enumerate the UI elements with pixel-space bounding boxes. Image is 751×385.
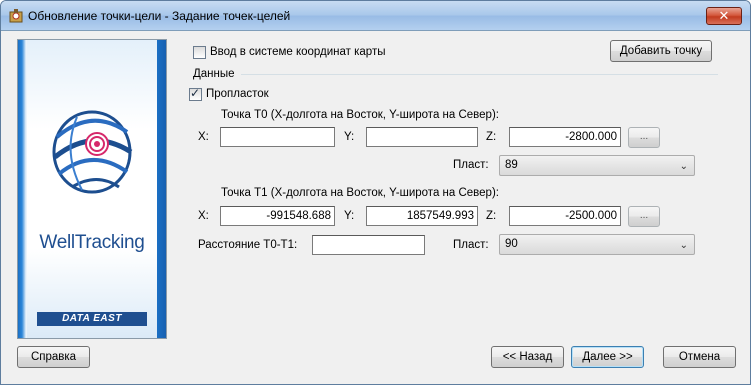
- t0-layer-label: Пласт:: [453, 159, 489, 171]
- distance-input[interactable]: [312, 235, 425, 255]
- help-button[interactable]: Справка: [17, 346, 90, 368]
- close-button[interactable]: ✕: [706, 7, 742, 25]
- product-logo-text: WellTracking: [39, 232, 145, 253]
- chevron-down-icon: ⌄: [679, 161, 688, 172]
- t1-z-label: Z:: [486, 210, 497, 222]
- t0-y-input[interactable]: [366, 127, 478, 147]
- group-divider: [241, 74, 718, 75]
- dialog-window: Обновление точки-цели - Задание точек-це…: [0, 0, 751, 385]
- t0-y-label: Y:: [344, 131, 355, 143]
- t0-z-input[interactable]: -2800.000: [509, 127, 621, 147]
- product-banner: WellTracking DATA EAST: [17, 39, 167, 339]
- t0-x-label: X:: [198, 131, 209, 143]
- cancel-button[interactable]: Отмена: [663, 346, 736, 368]
- t1-layer-value: 90: [505, 238, 518, 250]
- t0-z-label: Z:: [486, 131, 497, 143]
- t0-picker-button[interactable]: ...: [628, 127, 660, 148]
- globe-target-icon: [52, 110, 133, 194]
- chevron-down-icon: ⌄: [679, 240, 688, 251]
- window-title: Обновление точки-цели - Задание точек-це…: [28, 9, 291, 23]
- t0-layer-select[interactable]: 89 ⌄: [499, 155, 695, 176]
- t1-y-label: Y:: [344, 210, 355, 222]
- proplastok-label: Пропласток: [206, 88, 269, 100]
- title-bar[interactable]: Обновление точки-цели - Задание точек-це…: [1, 1, 750, 31]
- add-point-button[interactable]: Добавить точку: [610, 40, 712, 62]
- t1-x-input[interactable]: -991548.688: [220, 206, 335, 226]
- next-button[interactable]: Далее >>: [571, 346, 644, 368]
- back-button[interactable]: << Назад: [491, 346, 564, 368]
- banner-panel: WellTracking DATA EAST: [27, 40, 157, 338]
- map-coords-checkbox[interactable]: [193, 46, 206, 59]
- vendor-logo: DATA EAST: [37, 312, 147, 326]
- proplastok-checkbox[interactable]: [189, 86, 202, 101]
- distance-label: Расстояние Т0-Т1:: [198, 239, 298, 251]
- t0-layer-value: 89: [505, 159, 518, 171]
- map-coords-label: Ввод в системе координат карты: [210, 46, 386, 58]
- t1-layer-label: Пласт:: [453, 239, 489, 251]
- t1-x-label: X:: [198, 210, 209, 222]
- app-icon: [9, 9, 23, 23]
- t1-z-input[interactable]: -2500.000: [509, 206, 621, 226]
- t0-x-input[interactable]: [220, 127, 335, 147]
- t0-caption: Точка Т0 (X-долгота на Восток, Y-широта …: [221, 109, 499, 121]
- t1-picker-button[interactable]: ...: [628, 206, 660, 227]
- t1-layer-select[interactable]: 90 ⌄: [499, 234, 695, 255]
- t1-caption: Точка Т1 (X-долгота на Восток, Y-широта …: [221, 187, 499, 199]
- group-label: Данные: [193, 68, 235, 80]
- t1-y-input[interactable]: 1857549.993: [366, 206, 478, 226]
